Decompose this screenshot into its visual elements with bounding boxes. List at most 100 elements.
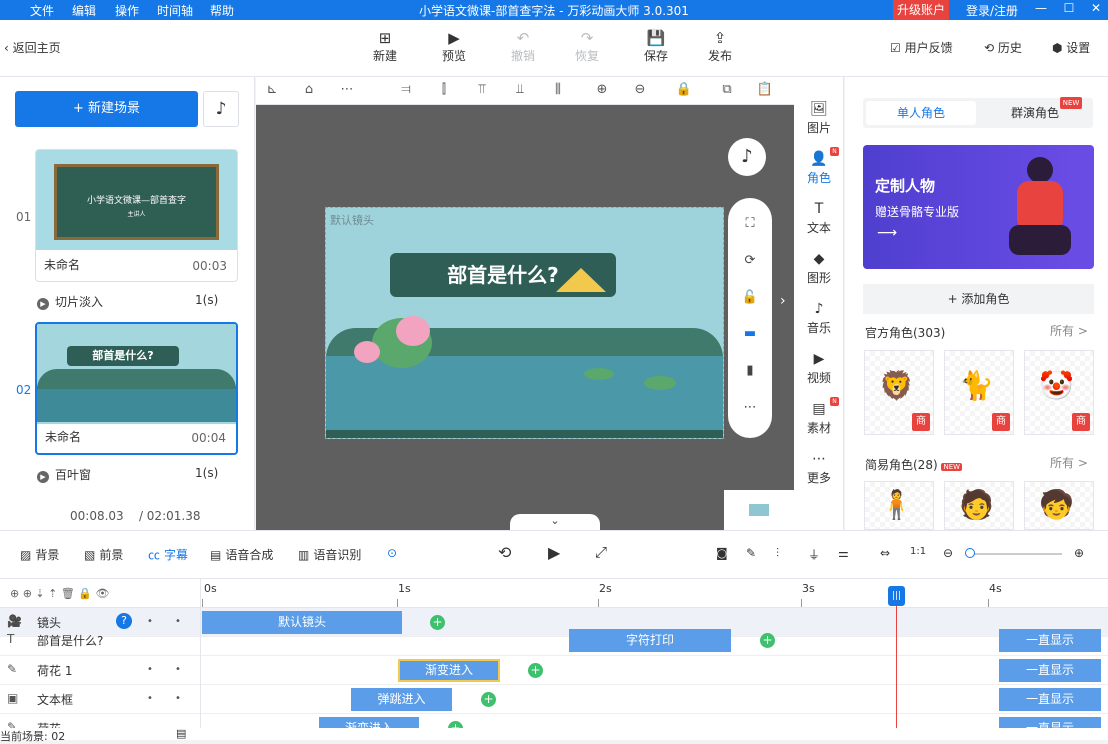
more-icon[interactable]: ⋯	[740, 400, 760, 420]
foreground-button[interactable]: ▧ 前景	[84, 546, 123, 563]
add-effect-button[interactable]: +	[481, 692, 496, 707]
all-official-link[interactable]: 所有 >	[1050, 322, 1088, 339]
zoom-in-icon[interactable]: ⊕	[593, 82, 611, 100]
track-toggle[interactable]: •	[175, 664, 181, 675]
subtitle-button[interactable]: ㏄字幕	[148, 546, 188, 563]
more-icon[interactable]: ⊙	[387, 546, 397, 560]
fullscreen-icon[interactable]: ⤢	[595, 543, 607, 561]
triangle-ruler[interactable]	[556, 268, 606, 292]
tab-single-role[interactable]: 单人角色	[866, 101, 976, 125]
align-right-icon[interactable]: ⫤	[397, 82, 415, 100]
camera-icon[interactable]: ◙	[716, 546, 728, 560]
settings-button[interactable]: ⬢ 设置	[1052, 39, 1090, 56]
track-header-icons[interactable]: ⊕ ⊕ ⇣ ⇡ 🗑 🔒 👁	[10, 587, 109, 600]
playhead-handle[interactable]: |||	[888, 586, 905, 606]
more-icon[interactable]: ⋯	[338, 82, 356, 100]
lotus-flower[interactable]	[354, 341, 380, 363]
playhead[interactable]	[896, 586, 897, 728]
role-card[interactable]: 🦁 商	[864, 350, 934, 435]
redo-button[interactable]: ↷ 恢复	[567, 29, 607, 64]
timeline-ruler[interactable]: ⊕ ⊕ ⇣ ⇡ 🗑 🔒 👁 0s 1s 2s 3s 4s	[0, 578, 1108, 609]
zoom-out-icon[interactable]: ⊖	[631, 82, 649, 100]
track-toggle[interactable]: •	[147, 664, 153, 675]
collapse-timeline-button[interactable]: ⌄	[510, 514, 600, 530]
role-card[interactable]: 🧒	[1024, 481, 1094, 530]
add-effect-button[interactable]: +	[760, 633, 775, 648]
music-icon[interactable]: ♪	[728, 138, 766, 176]
role-card[interactable]: 🧑	[944, 481, 1014, 530]
publish-button[interactable]: ⇪ 发布	[700, 29, 740, 64]
category-role[interactable]: 👤 角色 N	[794, 147, 844, 186]
lock-icon[interactable]: 🔓	[740, 290, 760, 310]
fit-width-icon[interactable]: ⇔	[880, 546, 890, 560]
landscape-icon[interactable]: ▬	[740, 326, 760, 346]
minimize-button[interactable]: —	[1032, 1, 1050, 19]
category-shape[interactable]: ◆ 图形	[794, 251, 844, 286]
minimap[interactable]	[724, 490, 794, 530]
category-text[interactable]: T 文本	[794, 201, 844, 236]
add-effect-button[interactable]: +	[528, 663, 543, 678]
adjust-icon[interactable]: ⚌	[838, 546, 849, 560]
chevron-right-icon[interactable]: ›	[780, 293, 786, 309]
category-music[interactable]: ♪ 音乐	[794, 301, 844, 336]
maximize-button[interactable]: ☐	[1060, 1, 1078, 19]
role-card[interactable]: 🤡 商	[1024, 350, 1094, 435]
timeline-clip[interactable]: 弹跳进入	[351, 688, 452, 711]
music-icon[interactable]: ♪	[203, 91, 239, 127]
preview-button[interactable]: ▶ 预览	[434, 29, 474, 64]
timeline-clip-end[interactable]: 一直显示	[999, 659, 1101, 682]
replay-icon[interactable]: ⟲	[498, 543, 511, 562]
scene-transition[interactable]: ▶ 百叶窗	[37, 466, 91, 483]
timeline-clip-end[interactable]: 一直显示	[999, 629, 1101, 652]
rotate-icon[interactable]: ⟳	[740, 253, 760, 273]
back-home-button[interactable]: ‹ 返回主页	[4, 39, 61, 56]
timeline-clip[interactable]: 渐变进入	[319, 717, 419, 728]
lily-pad[interactable]	[644, 376, 676, 390]
custom-character-banner[interactable]: 定制人物 赠送骨骼专业版 ⟶	[863, 145, 1094, 269]
zoom-slider-handle[interactable]	[965, 548, 975, 558]
login-button[interactable]: 登录/注册	[966, 2, 1018, 19]
track-lotus-1[interactable]: ✎ 荷花 1 • • 渐变进入 + 一直显示	[0, 656, 1108, 685]
scene-card-2[interactable]: 部首是什么? 未命名 00:04	[35, 322, 238, 455]
lotus-flower[interactable]	[396, 316, 430, 346]
zoom-in-icon[interactable]: ⊕	[1074, 546, 1084, 560]
role-card[interactable]: 🐈 商	[944, 350, 1014, 435]
new-scene-button[interactable]: + 新建场景	[15, 91, 198, 127]
timeline-clip-selected[interactable]: 渐变进入	[398, 659, 500, 682]
home-icon[interactable]: ⌂	[300, 82, 318, 100]
role-card[interactable]: 🧍	[864, 481, 934, 530]
document-icon[interactable]: ▤	[176, 727, 186, 740]
lily-pad[interactable]	[584, 368, 614, 380]
scene-card-1[interactable]: 小学语文微课—部首查字 主讲人 未命名 00:03	[35, 149, 238, 282]
stage[interactable]: 默认镜头 部首是什么?	[325, 207, 724, 439]
scene-transition[interactable]: ▶ 切片淡入	[37, 293, 103, 310]
timeline-clip-end[interactable]: 一直显示	[999, 688, 1101, 711]
align-center-icon[interactable]: ⫿	[435, 82, 453, 100]
ruler-icon[interactable]: ⊾	[263, 82, 281, 100]
fit-screen-icon[interactable]: ⛶	[740, 216, 760, 236]
add-effect-button[interactable]: +	[448, 721, 463, 728]
close-button[interactable]: ✕	[1087, 1, 1105, 19]
paste-icon[interactable]: 📋	[756, 82, 774, 100]
zoom-out-icon[interactable]: ⊖	[943, 546, 953, 560]
filter-icon[interactable]: ⏚	[808, 546, 820, 563]
edit-icon[interactable]: ✎	[746, 546, 756, 560]
category-image[interactable]: 🖼 图片	[794, 101, 844, 136]
track-toggle[interactable]: •	[175, 693, 181, 704]
category-more[interactable]: ⋯ 更多	[794, 451, 844, 486]
distribute-icon[interactable]: ⫼	[549, 82, 567, 100]
track-textbox[interactable]: ▣ 文本框 • • 弹跳进入 + 一直显示	[0, 685, 1108, 714]
upgrade-button[interactable]: 升级账户	[893, 0, 949, 20]
track-text[interactable]: T 部首是什么? 字符打印 + 一直显示	[0, 629, 1108, 656]
history-button[interactable]: ⟲ 历史	[984, 39, 1022, 56]
save-button[interactable]: 💾 保存	[636, 29, 676, 64]
new-button[interactable]: ⊞ 新建	[365, 29, 405, 64]
speech-recognition-button[interactable]: ▥ 语音识别	[298, 546, 361, 563]
category-video[interactable]: ▶ 视频	[794, 351, 844, 386]
track-toggle[interactable]: •	[147, 693, 153, 704]
split-icon[interactable]: ⫶	[776, 546, 779, 561]
timeline-clip[interactable]: 字符打印	[569, 629, 731, 652]
timeline-clip-end[interactable]: 一直显示	[999, 717, 1101, 728]
background-button[interactable]: ▨ 背景	[20, 546, 59, 563]
portrait-icon[interactable]: ▮	[740, 363, 760, 383]
